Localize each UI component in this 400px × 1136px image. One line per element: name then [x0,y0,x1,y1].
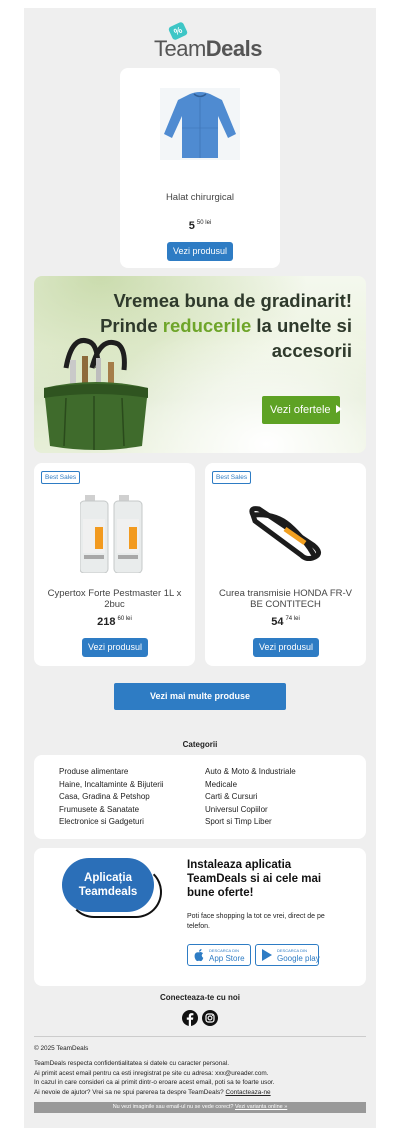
google-play-button[interactable]: DESCARCA DIN Google play [255,944,320,966]
product-name: Cypertox Forte Pestmaster 1L x 2buc [47,588,182,610]
category-link[interactable]: Carti & Cursuri [205,791,296,804]
categories-title: Categorii [182,740,218,749]
product-price: 218 60 lei [97,616,132,628]
banner-headline-line1: Vremea buna de gradinarit! [113,290,352,311]
logo-team-text: Team [154,36,206,61]
surgical-gown-image [160,88,240,160]
instagram-icon[interactable] [202,1010,218,1026]
product-card: Best Sales Curea transmisie HONDA FR-V B… [205,463,366,666]
app-pill-badge: Aplicația Teamdeals [62,858,154,912]
category-link[interactable]: Universul Copiilor [205,804,296,817]
banner-headline-line3: accesorii [271,340,352,361]
gardening-promo-banner[interactable]: Vremea buna de gradinarit! Prinde reduce… [34,276,366,453]
product-price: 54 74 lei [271,616,300,628]
play-arrow-icon [335,405,342,413]
category-link[interactable]: Casa, Gradina & Petshop [59,791,164,804]
footer-text: TeamDeals respecta confidentialitatea si… [34,1060,275,1096]
category-link[interactable]: Medicale [205,779,296,792]
footer-divider [34,1036,366,1037]
facebook-icon[interactable] [182,1010,198,1026]
price-decimals: 50 lei [196,220,212,226]
categories-left-column: Produse alimentare Haine, Incaltaminte &… [59,766,164,829]
app-promo-title: Instaleaza aplicatia TeamDeals si ai cel… [187,859,322,899]
best-sales-badge: Best Sales [41,471,81,484]
categories-card: Produse alimentare Haine, Incaltaminte &… [34,755,366,839]
view-online-bar: Nu vezi imaginile sau email-ul nu se ved… [34,1102,366,1113]
view-offers-button[interactable]: Vezi ofertele [262,396,342,424]
view-online-link[interactable]: Vezi varianta online » [235,1104,287,1110]
apple-icon [194,949,204,962]
footer-copyright: © 2025 TeamDeals [34,1045,89,1052]
app-promo-card: Aplicația Teamdeals Instaleaza aplicatia … [34,848,366,986]
app-store-button[interactable]: DESCARCA DIN App Store [187,944,251,966]
featured-product-price: 5 50 lei [120,220,280,232]
featured-product-name: Halat chirurgical [165,192,235,203]
featured-view-product-button[interactable]: Vezi produsul [167,242,233,261]
app-promo-description: Poti face shopping la tot ce vrei, direc… [187,913,325,930]
banner-headline-line2: Prinde reducerile la unelte si [100,315,352,336]
contact-link[interactable]: Contacteaza-ne [225,1089,270,1096]
price-main: 5 [188,220,195,232]
garden-tool-bag-image [44,338,148,450]
category-link[interactable]: Auto & Moto & Industriale [205,766,296,779]
google-play-icon [262,949,272,961]
banner-highlight: reducerile [162,315,252,336]
timing-belt-image [249,506,321,561]
category-link[interactable]: Produse alimentare [59,766,164,779]
category-link[interactable]: Sport si Timp Liber [205,816,296,829]
product-name: Curea transmisie HONDA FR-V BE CONTITECH [218,588,353,610]
logo-deals-text: Deals [205,36,263,61]
category-link[interactable]: Frumusete & Sanatate [59,804,164,817]
categories-right-column: Auto & Moto & Industriale Medicale Carti… [205,766,296,829]
product-card: Best Sales Cypertox Forte Pestmaster 1L … [34,463,195,666]
social-title: Conecteaza-te cu noi [159,993,240,1002]
view-more-products-button[interactable]: Vezi mai multe produse [114,683,286,710]
email-frame: % TeamDeals Halat chirurgical 5 50 lei Ve… [24,8,376,1128]
pesticide-bottles-image [80,495,143,573]
category-link[interactable]: Haine, Incaltaminte & Bijuterii [59,779,164,792]
view-product-button[interactable]: Vezi produsul [82,638,148,657]
teamdeals-logo[interactable]: % TeamDeals [154,21,263,64]
category-link[interactable]: Electronice si Gadgeturi [59,816,164,829]
view-product-button[interactable]: Vezi produsul [253,638,319,657]
featured-product-card: Halat chirurgical 5 50 lei Vezi produsul [120,68,280,268]
best-sales-badge: Best Sales [212,471,252,484]
